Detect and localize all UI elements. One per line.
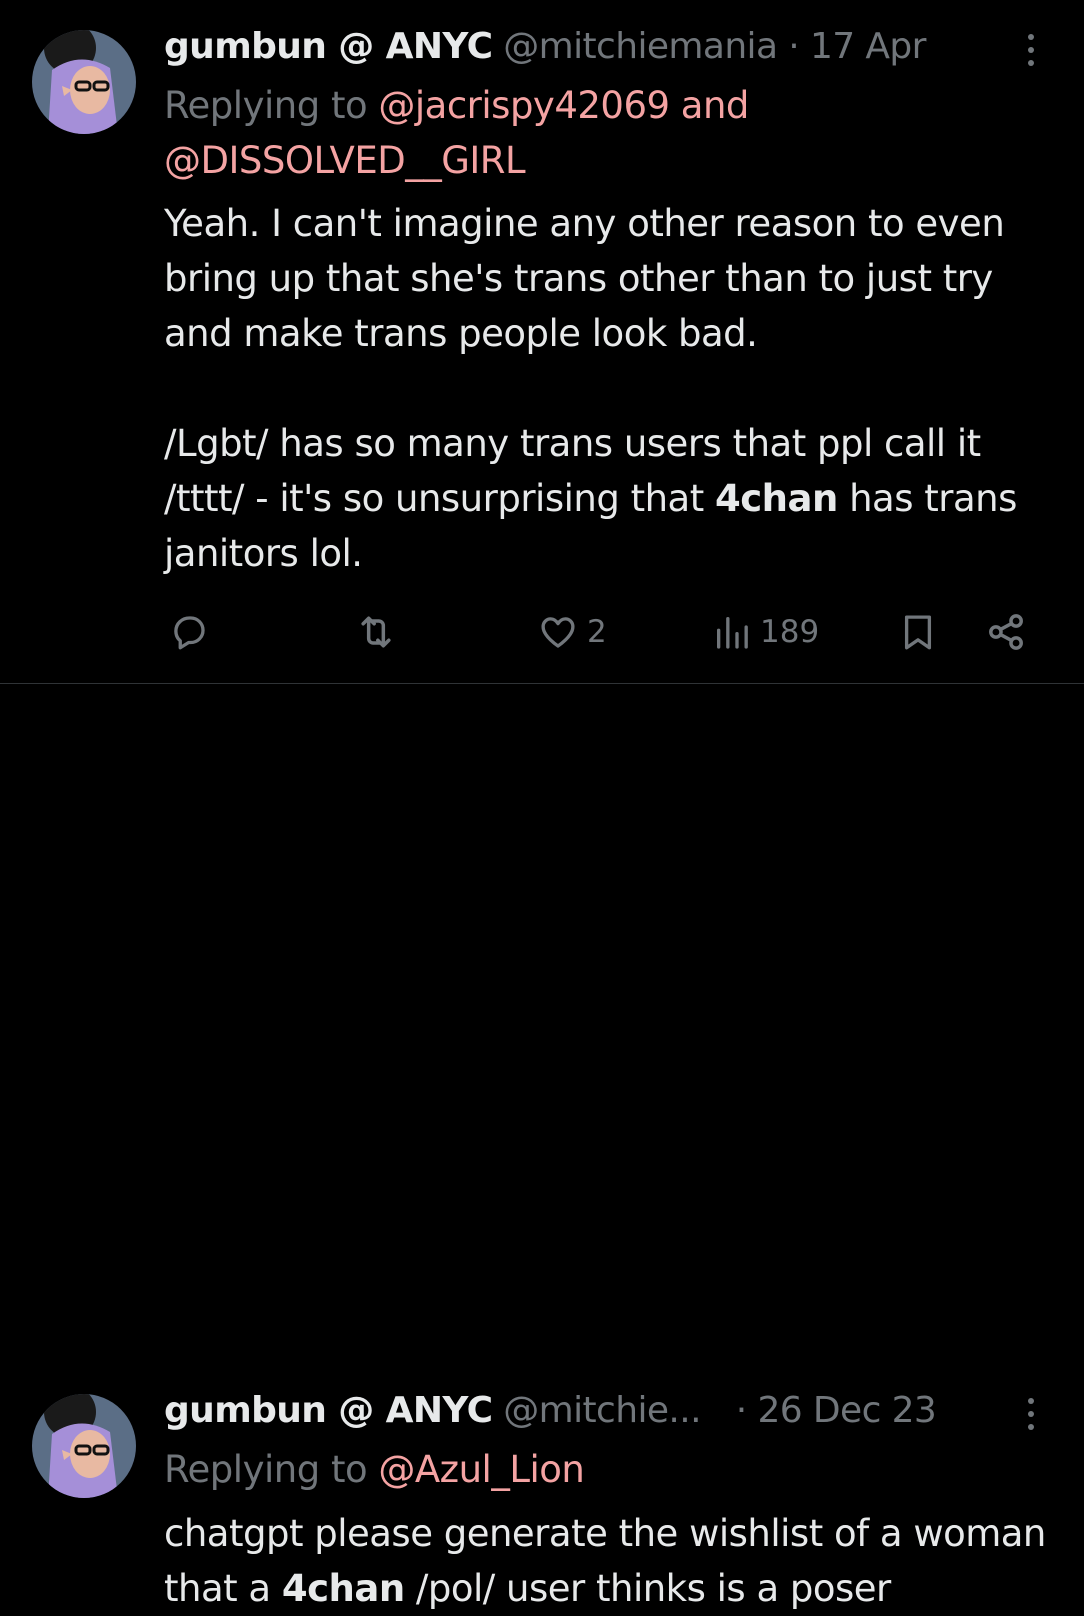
retweet-button[interactable] xyxy=(354,608,398,656)
display-name[interactable]: gumbun @ ANYC xyxy=(164,26,493,67)
replying-to: Replying to @Azul_Lion xyxy=(164,1442,1044,1497)
tweet-text: Yeah. I can't imagine any other reason t… xyxy=(164,196,1054,581)
separator-dot: · xyxy=(788,26,800,67)
tweet-text-run: /pol/ user thinks is a poser xyxy=(404,1567,891,1610)
display-name[interactable]: gumbun @ ANYC xyxy=(164,1390,493,1431)
more-options-icon[interactable] xyxy=(1018,1394,1044,1434)
bookmark-button[interactable] xyxy=(897,608,939,656)
share-button[interactable] xyxy=(984,608,1028,656)
timestamp[interactable]: 26 Dec 23 xyxy=(757,1390,936,1431)
bookmark-icon xyxy=(904,615,932,650)
mention-link[interactable]: @jacrispy42069 xyxy=(378,84,670,127)
separator-dot: · xyxy=(735,1390,747,1431)
replying-to-label: Replying to xyxy=(164,1448,368,1491)
tweet-text: chatgpt please generate the wishlist of … xyxy=(164,1506,1054,1616)
mention-conjunction: and xyxy=(680,84,750,127)
timestamp[interactable]: 17 Apr xyxy=(810,26,927,67)
retweet-icon xyxy=(361,616,391,648)
tweet-paragraph: /Lgbt/ has so many trans users that ppl … xyxy=(164,416,1054,581)
mention-link[interactable]: @Azul_Lion xyxy=(378,1448,584,1491)
tweet-paragraph: chatgpt please generate the wishlist of … xyxy=(164,1506,1054,1616)
tweet-text-bold: 4chan xyxy=(281,1567,405,1610)
tweet-text-bold: 4chan xyxy=(714,477,838,520)
heart-icon xyxy=(541,617,575,648)
avatar-image xyxy=(32,1394,136,1498)
reply-button[interactable] xyxy=(168,608,210,656)
avatar[interactable] xyxy=(32,1394,136,1498)
bar-chart-icon xyxy=(717,617,748,649)
tweet[interactable]: gumbun @ ANYC @mitchiemania · 17 Apr Rep… xyxy=(0,0,1084,684)
user-handle[interactable]: @mitchie... xyxy=(503,1390,701,1431)
tweet-paragraph: Yeah. I can't imagine any other reason t… xyxy=(164,202,1005,355)
more-options-icon[interactable] xyxy=(1018,30,1044,70)
mention-link[interactable]: @DISSOLVED__GIRL xyxy=(164,139,526,182)
tweet-actions: 2 189 xyxy=(0,608,1084,656)
avatar[interactable] xyxy=(32,30,136,134)
like-count: 2 xyxy=(587,614,607,650)
share-icon xyxy=(989,614,1023,650)
like-button[interactable]: 2 xyxy=(537,608,607,656)
avatar-image xyxy=(32,30,136,134)
views-count: 189 xyxy=(760,614,820,650)
replying-to-label: Replying to xyxy=(164,84,368,127)
views-button[interactable]: 189 xyxy=(712,608,819,656)
tweet[interactable]: gumbun @ ANYC @mitchie... · 26 Dec 23 Re… xyxy=(0,684,1084,1610)
speech-bubble-icon xyxy=(174,616,205,650)
user-handle[interactable]: @mitchiemania xyxy=(503,26,778,67)
tweet-header: gumbun @ ANYC @mitchiemania · 17 Apr xyxy=(164,22,926,72)
tweet-header: gumbun @ ANYC @mitchie... · 26 Dec 23 xyxy=(164,1386,937,1436)
replying-to: Replying to @jacrispy42069 and @DISSOLVE… xyxy=(164,78,1044,188)
